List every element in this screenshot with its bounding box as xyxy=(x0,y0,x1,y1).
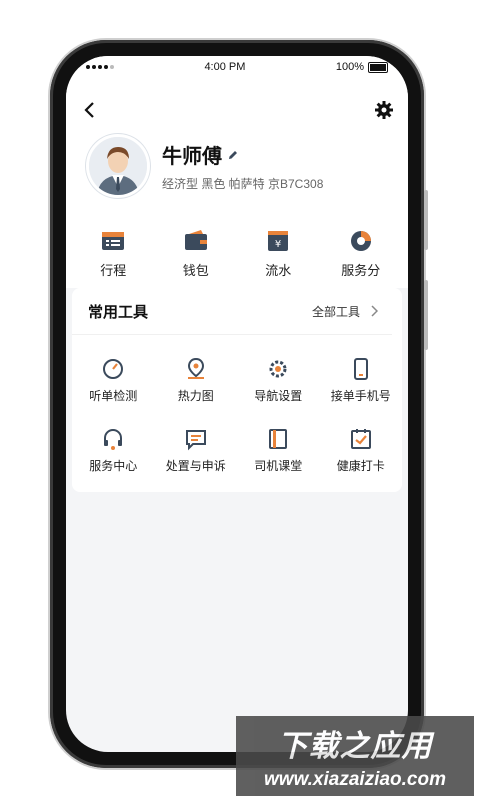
tool-label: 热力图 xyxy=(177,388,214,403)
health-checkin-icon xyxy=(350,428,371,449)
back-icon[interactable] xyxy=(80,100,100,120)
quick-service-score[interactable]: 服务分 xyxy=(326,228,396,279)
quick-wallet[interactable]: 钱包 xyxy=(161,228,231,279)
tool-label: 服务中心 xyxy=(89,458,138,473)
screen: 4:00 PM 100% 牛师傅 经济型 黑色 帕萨特 京B7C308 行程 钱… xyxy=(66,56,408,752)
driver-avatar-icon xyxy=(89,137,147,195)
quick-label: 服务分 xyxy=(341,263,381,278)
watermark: 下载之应用 www.xiazaiziao.com xyxy=(236,716,474,796)
tools-card: 常用工具 全部工具 听单检测 热力图 导航设置 接单手机号 服务中心 处置与申诉… xyxy=(72,288,402,492)
quick-label: 行程 xyxy=(100,263,127,278)
heatmap-pin-icon xyxy=(187,357,204,379)
earnings-icon: ¥ xyxy=(268,231,289,251)
tool-order-check[interactable]: 听单检测 xyxy=(72,345,155,415)
watermark-line2: www.xiazaiziao.com xyxy=(264,769,446,790)
profile[interactable]: 牛师傅 经济型 黑色 帕萨特 京B7C308 xyxy=(86,134,323,198)
quick-earnings[interactable]: ¥ 流水 xyxy=(243,228,313,279)
header-section: 牛师傅 经济型 黑色 帕萨特 京B7C308 行程 钱包 ¥ 流水 服务分 xyxy=(66,78,408,288)
svg-text:¥: ¥ xyxy=(275,239,281,250)
tool-label: 接单手机号 xyxy=(330,388,391,403)
phone-number-icon xyxy=(353,357,368,380)
tool-driver-classroom[interactable]: 司机课堂 xyxy=(237,415,320,485)
driver-name: 牛师傅 xyxy=(162,146,222,168)
tool-label: 司机课堂 xyxy=(254,458,303,473)
volume-button xyxy=(424,190,428,250)
watermark-line1: 下载之应用 xyxy=(277,730,433,763)
tool-phone-number[interactable]: 接单手机号 xyxy=(320,345,403,415)
tool-label: 听单检测 xyxy=(89,388,138,403)
chevron-right-icon xyxy=(371,305,378,317)
avatar[interactable] xyxy=(86,134,150,198)
complaint-icon xyxy=(185,429,206,450)
power-button xyxy=(424,280,428,350)
headset-icon xyxy=(104,428,123,450)
navigation-settings-icon xyxy=(269,360,287,377)
service-score-icon xyxy=(350,231,371,251)
battery-percent: 100% xyxy=(335,61,364,73)
tool-service-center[interactable]: 服务中心 xyxy=(72,415,155,485)
phone-frame: 4:00 PM 100% 牛师傅 经济型 黑色 帕萨特 京B7C308 行程 钱… xyxy=(50,40,428,768)
tools-grid: 听单检测 热力图 导航设置 接单手机号 服务中心 处置与申诉 司机课堂 健康打卡 xyxy=(72,335,402,485)
order-check-icon xyxy=(103,358,124,379)
all-tools-link[interactable]: 全部工具 xyxy=(312,303,378,320)
signal-icon xyxy=(86,65,114,69)
status-bar: 4:00 PM 100% xyxy=(66,56,408,78)
quick-itinerary[interactable]: 行程 xyxy=(78,228,148,279)
gear-icon[interactable] xyxy=(374,100,394,120)
battery-icon xyxy=(367,61,388,73)
tool-navigation-settings[interactable]: 导航设置 xyxy=(237,345,320,415)
tool-label: 健康打卡 xyxy=(336,458,385,473)
classroom-icon xyxy=(269,428,288,449)
itinerary-icon xyxy=(102,232,125,250)
tool-complaint[interactable]: 处置与申诉 xyxy=(155,415,238,485)
quick-actions: 行程 钱包 ¥ 流水 服务分 xyxy=(66,228,408,279)
quick-label: 钱包 xyxy=(182,263,209,278)
tool-heatmap[interactable]: 热力图 xyxy=(155,345,238,415)
status-time: 4:00 PM xyxy=(204,61,246,73)
tool-label: 导航设置 xyxy=(254,388,303,403)
tool-label: 处置与申诉 xyxy=(165,458,226,473)
quick-label: 流水 xyxy=(265,263,292,278)
vehicle-info: 经济型 黑色 帕萨特 京B7C308 xyxy=(162,177,324,191)
tools-title: 常用工具 xyxy=(88,303,149,321)
wallet-icon xyxy=(184,230,207,250)
tool-health-checkin[interactable]: 健康打卡 xyxy=(320,415,403,485)
edit-pencil-icon[interactable] xyxy=(227,149,239,161)
